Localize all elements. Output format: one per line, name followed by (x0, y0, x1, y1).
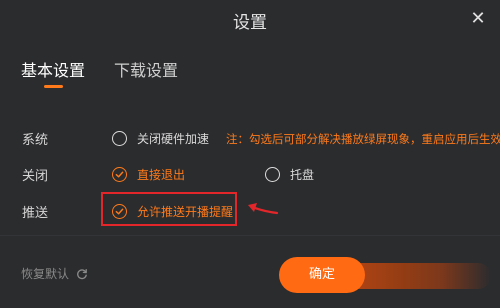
close-row-label: 关闭 (22, 169, 49, 184)
annotation-brush-stroke (351, 263, 491, 289)
hardware-acceleration-label: 关闭硬件加速 (137, 132, 210, 146)
close-tray-label: 托盘 (290, 168, 315, 182)
close-exit-label: 直接退出 (137, 168, 186, 182)
close-exit-option[interactable]: 直接退出 (112, 166, 185, 183)
confirm-area: 确定 (279, 257, 494, 293)
footer-divider (0, 235, 500, 236)
restore-default-button[interactable]: 恢复默认 (21, 265, 88, 282)
system-row-label: 系统 (22, 133, 49, 148)
hardware-acceleration-note: 注：勾选后可部分解决播放绿屏现象，重启应用后生效 (226, 132, 500, 146)
settings-dialog: 设置 ✕ 基本设置 下载设置 系统 关闭硬件加速 注：勾选后可部分解决播放绿屏现… (0, 0, 500, 308)
confirm-button[interactable]: 确定 (279, 257, 365, 293)
tab-basic-settings[interactable]: 基本设置 (21, 57, 85, 81)
tab-download-settings[interactable]: 下载设置 (114, 57, 178, 81)
radio-checked-icon[interactable] (112, 167, 127, 182)
radio-unchecked-icon[interactable] (112, 131, 127, 146)
radio-unchecked-icon[interactable] (265, 167, 280, 182)
annotation-highlight-box (101, 192, 237, 226)
refresh-icon (77, 268, 87, 279)
push-row-label: 推送 (22, 206, 49, 221)
close-icon[interactable]: ✕ (468, 9, 488, 29)
hardware-acceleration-option[interactable]: 关闭硬件加速 (112, 130, 209, 147)
annotation-arrow-icon (248, 203, 279, 215)
active-tab-indicator (44, 85, 63, 88)
dialog-title: 设置 (233, 13, 267, 33)
close-tray-option[interactable]: 托盘 (265, 166, 314, 183)
restore-default-label: 恢复默认 (21, 267, 70, 281)
